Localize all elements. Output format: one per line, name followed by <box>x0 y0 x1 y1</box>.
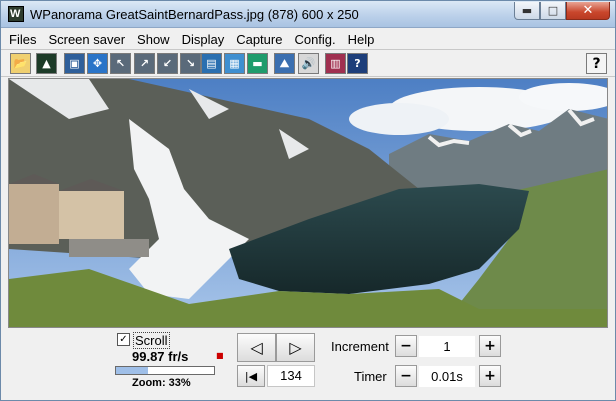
scroll-label[interactable]: Scroll <box>133 332 170 349</box>
increment-minus-button[interactable]: − <box>395 335 417 357</box>
help-topics-icon[interactable]: ? <box>347 53 368 74</box>
hospice-building-annex <box>59 191 124 239</box>
menu-screen-saver[interactable]: Screen saver <box>48 32 125 47</box>
arrow-down-right-icon[interactable]: ↘ <box>180 53 201 74</box>
hospice-building <box>9 184 59 244</box>
panorama-image[interactable] <box>8 78 608 328</box>
arrow-up-right-icon[interactable]: ↗ <box>134 53 155 74</box>
window-controls: ▬ □ ✕ <box>514 2 610 21</box>
menu-help[interactable]: Help <box>348 32 375 47</box>
window-title: WPanorama GreatSaintBernardPass.jpg (878… <box>30 7 359 22</box>
speed-indicator-icon: ■ <box>216 351 224 360</box>
cloud <box>349 103 449 135</box>
menu-capture[interactable]: Capture <box>236 32 282 47</box>
panorama-scene <box>9 79 607 327</box>
context-help-icon[interactable]: ? <box>586 53 607 74</box>
menu-display[interactable]: Display <box>182 32 225 47</box>
panorama-strip-icon[interactable]: ▤ <box>201 53 222 74</box>
timer-label: Timer <box>354 369 387 384</box>
title-bar[interactable]: WPanorama GreatSaintBernardPass.jpg (878… <box>1 1 615 28</box>
zoom-slider[interactable] <box>115 366 215 375</box>
timer-minus-button[interactable]: − <box>395 365 417 387</box>
increment-field[interactable]: 1 <box>419 336 475 357</box>
toolbar: 📂 ▲ ▣ ✥ ↖ ↗ ↙ ↘ ▤ ▦ ▬ ⛰ 🔊 ▥ ? ? <box>1 49 615 77</box>
move-arrows-icon[interactable]: ✥ <box>87 53 108 74</box>
maximize-button[interactable]: □ <box>540 2 566 20</box>
minimize-button[interactable]: ▬ <box>514 2 540 20</box>
sound-speaker-icon[interactable]: 🔊 <box>298 53 319 74</box>
menu-bar: Files Screen saver Show Display Capture … <box>1 29 615 49</box>
wpanorama-app-icon[interactable] <box>8 6 24 22</box>
landscape-image-icon[interactable]: ▲ <box>36 53 57 74</box>
gradient-strip-icon[interactable]: ▦ <box>224 53 245 74</box>
menu-config[interactable]: Config. <box>294 32 335 47</box>
parking-area <box>69 239 149 257</box>
position-field[interactable]: 134 <box>267 365 315 387</box>
mountain-peak-icon[interactable]: ⛰ <box>274 53 295 74</box>
scroll-left-button[interactable]: ◁ <box>237 333 276 362</box>
menu-files[interactable]: Files <box>9 32 36 47</box>
go-first-button[interactable]: |◀ <box>237 365 265 387</box>
wpanorama-window: WPanorama GreatSaintBernardPass.jpg (878… <box>0 0 616 401</box>
increment-plus-button[interactable]: + <box>479 335 501 357</box>
book-icon[interactable]: ▥ <box>325 53 346 74</box>
arrow-down-left-icon[interactable]: ↙ <box>157 53 178 74</box>
open-file-icon[interactable]: 📂 <box>10 53 31 74</box>
zoom-readout: Zoom: 33% <box>132 377 191 389</box>
control-panel: ✓ Scroll 99.87 fr/s ■ Zoom: 33% ◁ ▷ |◀ 1… <box>1 329 615 400</box>
zoom-slider-fill <box>116 367 149 374</box>
increment-label: Increment <box>331 339 389 354</box>
frame-rate-readout: 99.87 fr/s <box>132 349 189 364</box>
timer-plus-button[interactable]: + <box>479 365 501 387</box>
timer-field[interactable]: 0.01s <box>419 366 475 387</box>
close-button[interactable]: ✕ <box>566 2 610 20</box>
scroll-right-button[interactable]: ▷ <box>276 333 315 362</box>
scroll-checkbox[interactable]: ✓ <box>117 333 130 346</box>
flat-strip-icon[interactable]: ▬ <box>247 53 268 74</box>
shrink-arrows-icon[interactable]: ↖ <box>110 53 131 74</box>
fit-frame-icon[interactable]: ▣ <box>64 53 85 74</box>
menu-show[interactable]: Show <box>137 32 170 47</box>
